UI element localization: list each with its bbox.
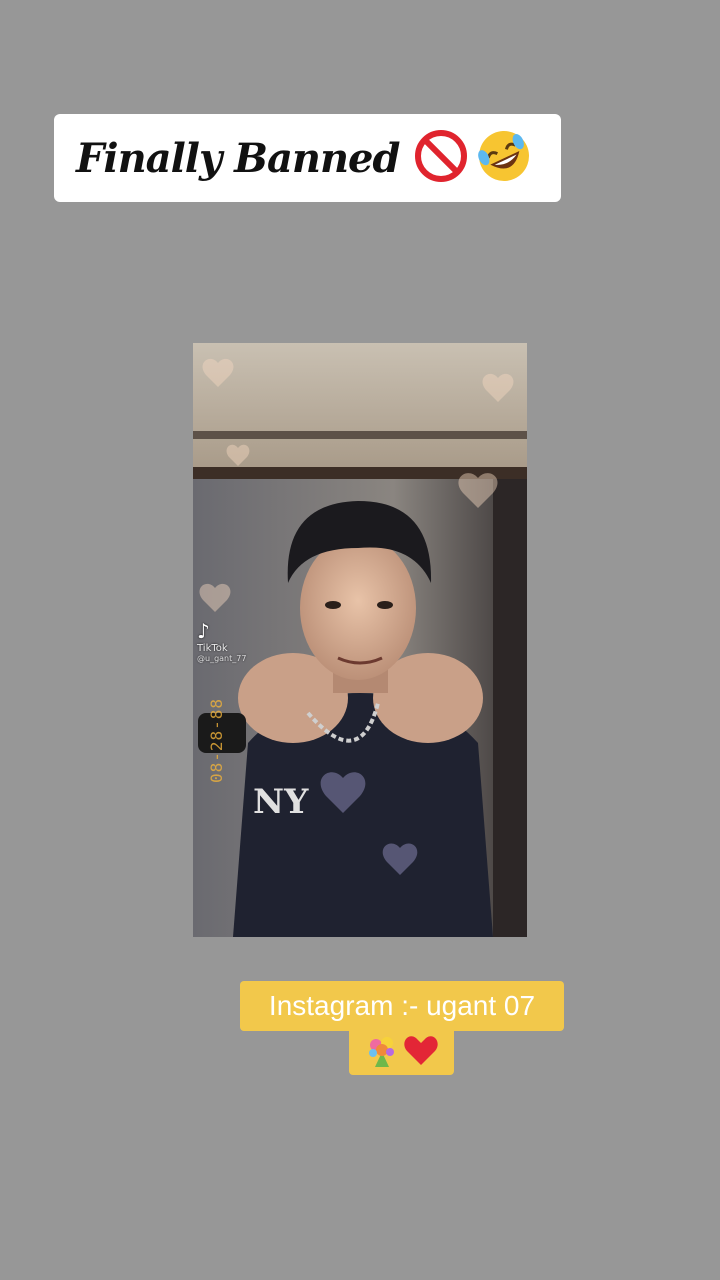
svg-text:NY: NY	[253, 782, 309, 822]
red-heart-icon	[403, 1034, 439, 1072]
tiktok-watermark: ♪ TikTok @u_gant_77	[197, 619, 246, 663]
title-text: Finally Banned	[76, 134, 400, 182]
rolling-laughing-emoji-icon	[475, 127, 533, 189]
tiktok-note-icon: ♪	[197, 619, 210, 643]
title-card: Finally Banned	[54, 114, 561, 202]
tiktok-handle: @u_gant_77	[197, 654, 247, 663]
bouquet-emoji-icon	[365, 1034, 399, 1072]
date-stamp: 08-28-88	[207, 697, 226, 783]
instagram-caption-text: Instagram :- ugant 07	[268, 990, 536, 1021]
prohibited-icon	[413, 128, 469, 188]
tiktok-name: TikTok	[197, 643, 228, 654]
instagram-caption: Instagram :- ugant 07	[240, 981, 564, 1031]
title-emoji-group	[413, 127, 533, 189]
video-thumbnail[interactable]: NY ♪ TikTok @u_gant_77 08-28-88	[193, 343, 527, 937]
caption-emoji-row	[349, 1030, 454, 1075]
